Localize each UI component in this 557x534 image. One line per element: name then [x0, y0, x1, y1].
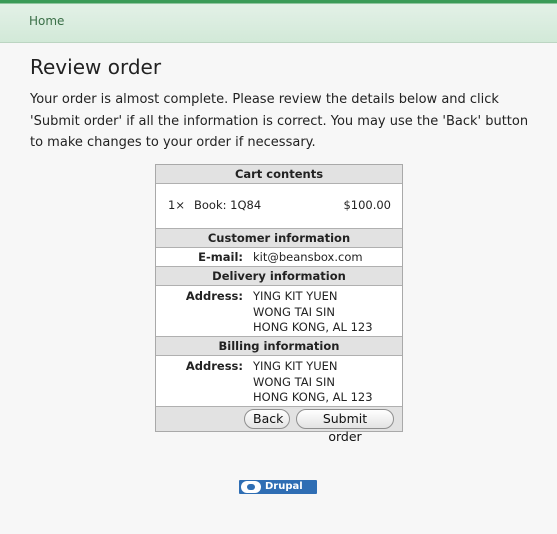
billing-address-value: YING KIT YUEN WONG TAI SIN HONG KONG, AL… [253, 359, 373, 406]
delivery-address-label: Address: [185, 289, 243, 303]
delivery-address-row: Address: YING KIT YUEN WONG TAI SIN HONG… [156, 286, 402, 336]
email-value: kit@beansbox.com [253, 250, 363, 264]
delivery-address-line: HONG KONG, AL 123 [253, 320, 373, 334]
billing-info-heading: Billing information [156, 336, 402, 356]
submit-order-button[interactable]: Submit order [296, 409, 394, 444]
drupal-badge-label: Drupal [265, 481, 303, 492]
billing-address-line: YING KIT YUEN [253, 359, 338, 373]
email-row: E-mail: kit@beansbox.com [156, 248, 402, 266]
cart-item-quantity: 1× [168, 198, 185, 212]
page-title: Review order [30, 55, 162, 79]
cart-item-row: 1× Book: 1Q84 $100.00 [156, 184, 402, 228]
cart-item-price: $100.00 [343, 198, 391, 212]
cart-item-title: Book: 1Q84 [194, 198, 262, 212]
delivery-address-line: WONG TAI SIN [253, 304, 335, 319]
delivery-address-line: YING KIT YUEN [253, 289, 338, 303]
back-button[interactable]: Back [244, 409, 290, 429]
email-label: E-mail: [198, 250, 243, 264]
drupal-powered-badge[interactable]: Drupal [239, 480, 317, 494]
order-review-table: Cart contents 1× Book: 1Q84 $100.00 Cust… [155, 164, 403, 444]
cart-contents-heading: Cart contents [156, 165, 402, 184]
delivery-address-value: YING KIT YUEN WONG TAI SIN HONG KONG, AL… [253, 289, 373, 336]
billing-address-line: WONG TAI SIN [253, 374, 335, 389]
header-bar: Home [0, 0, 557, 43]
breadcrumb-home-link[interactable]: Home [29, 14, 64, 28]
review-button-bar: Back Submit order [156, 406, 402, 444]
delivery-info-heading: Delivery information [156, 266, 402, 286]
intro-text: Your order is almost complete. Please re… [30, 92, 529, 150]
billing-address-line: HONG KONG, AL 123 [253, 390, 373, 404]
billing-address-label: Address: [185, 359, 243, 373]
drupal-drop-icon [241, 481, 261, 493]
customer-info-heading: Customer information [156, 228, 402, 248]
billing-address-row: Address: YING KIT YUEN WONG TAI SIN HONG… [156, 356, 402, 406]
